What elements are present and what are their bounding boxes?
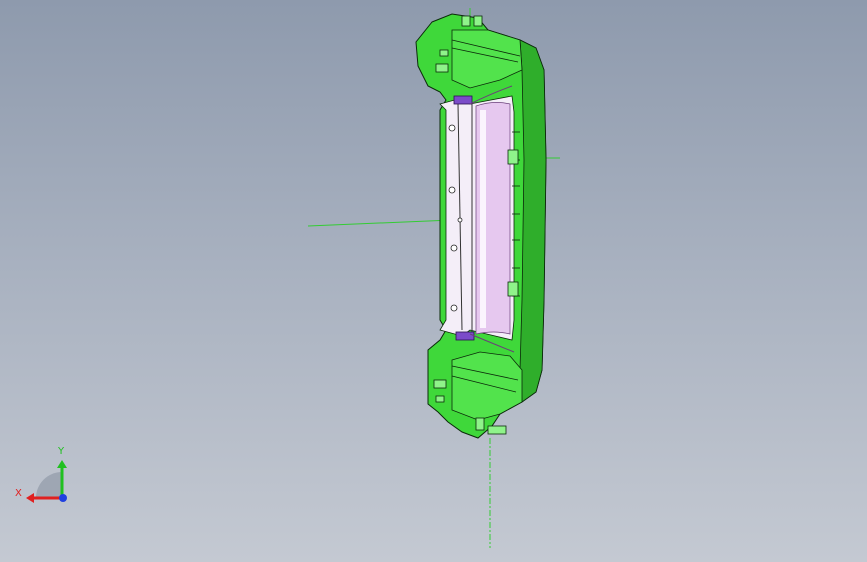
- housing-part[interactable]: [415, 13, 547, 439]
- housing-bottom-wedge: [451, 351, 523, 421]
- screw-icon: [448, 186, 456, 194]
- x-axis-label: X: [15, 488, 22, 499]
- side-boss-lower: [507, 281, 519, 297]
- inner-cylinder-highlight: [480, 110, 486, 328]
- screw-icon: [450, 244, 458, 252]
- clip-bottom: [455, 331, 475, 341]
- coordinate-triad: X Y: [15, 446, 67, 503]
- screw-icon: [448, 124, 456, 132]
- z-axis-dot: [59, 494, 67, 502]
- housing-right-flange: [519, 39, 547, 403]
- clip-top: [453, 95, 473, 105]
- triad-plane-quadrant: [36, 472, 62, 498]
- graphics-viewport[interactable]: X Y: [0, 0, 867, 562]
- screw-icon: [450, 304, 458, 312]
- y-axis-arrowhead: [57, 460, 67, 468]
- screw-icon: [457, 217, 463, 223]
- side-boss-upper: [507, 149, 519, 165]
- x-axis-arrowhead: [26, 493, 34, 503]
- horizontal-axis-line: [307, 219, 453, 227]
- 3d-model-view[interactable]: X Y: [0, 0, 867, 562]
- y-axis-label: Y: [57, 446, 65, 457]
